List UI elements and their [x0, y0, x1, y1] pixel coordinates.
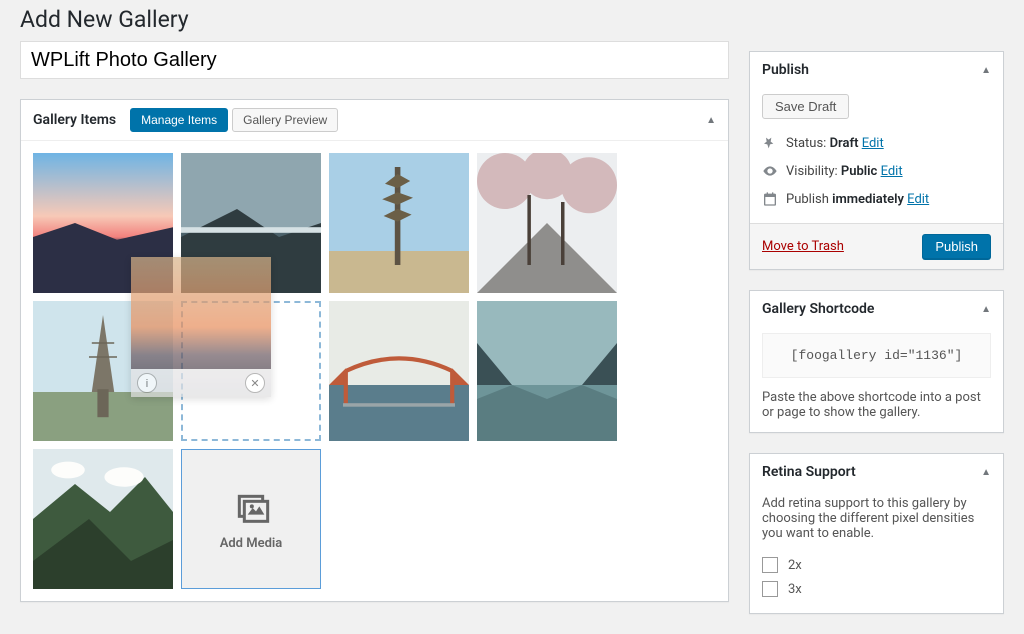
- gallery-title-input[interactable]: [20, 41, 729, 79]
- retina-title: Retina Support: [762, 464, 856, 480]
- dragging-thumb[interactable]: i ✕: [131, 257, 271, 397]
- edit-schedule-link[interactable]: Edit: [907, 192, 929, 207]
- close-icon[interactable]: ✕: [245, 373, 265, 393]
- move-to-trash-link[interactable]: Move to Trash: [762, 239, 844, 254]
- checkbox-3x[interactable]: [762, 581, 778, 597]
- edit-visibility-link[interactable]: Edit: [881, 164, 903, 179]
- shortcode-code[interactable]: [foogallery id="1136"]: [762, 333, 991, 378]
- checkbox-2x[interactable]: [762, 557, 778, 573]
- shortcode-panel: Gallery Shortcode ▲ [foogallery id="1136…: [749, 290, 1004, 433]
- collapse-toggle-icon[interactable]: ▲: [981, 304, 991, 315]
- retina-option-row: 2x: [762, 553, 991, 577]
- page-title: Add New Gallery: [20, 0, 1004, 41]
- pin-icon: [762, 135, 778, 151]
- gallery-thumb[interactable]: [329, 153, 469, 293]
- retina-option-label: 2x: [788, 558, 802, 573]
- gallery-thumb[interactable]: [477, 301, 617, 441]
- tab-manage-items[interactable]: Manage Items: [130, 108, 228, 132]
- publish-panel: Publish ▲ Save Draft Status: Draft Edit …: [749, 51, 1004, 270]
- retina-option-row: 3x: [762, 577, 991, 601]
- collapse-toggle-icon[interactable]: ▲: [706, 115, 716, 126]
- media-icon: [231, 488, 271, 528]
- collapse-toggle-icon[interactable]: ▲: [981, 467, 991, 478]
- retina-hint: Add retina support to this gallery by ch…: [762, 496, 991, 541]
- save-draft-button[interactable]: Save Draft: [762, 94, 849, 119]
- shortcode-title: Gallery Shortcode: [762, 301, 874, 317]
- retina-panel: Retina Support ▲ Add retina support to t…: [749, 453, 1004, 614]
- publish-button[interactable]: Publish: [922, 234, 991, 259]
- gallery-items-title: Gallery Items: [33, 112, 116, 128]
- add-media-button[interactable]: Add Media: [181, 449, 321, 589]
- publish-title: Publish: [762, 62, 809, 78]
- gallery-thumb[interactable]: [477, 153, 617, 293]
- collapse-toggle-icon[interactable]: ▲: [981, 65, 991, 76]
- status-row: Status: Draft Edit: [762, 129, 991, 157]
- shortcode-hint: Paste the above shortcode into a post or…: [762, 390, 991, 420]
- gallery-thumb[interactable]: [329, 301, 469, 441]
- gallery-thumb[interactable]: [33, 449, 173, 589]
- add-media-label: Add Media: [220, 536, 283, 551]
- retina-option-label: 3x: [788, 582, 802, 597]
- edit-status-link[interactable]: Edit: [862, 136, 884, 151]
- eye-icon: [762, 163, 778, 179]
- schedule-row: Publish immediately Edit: [762, 185, 991, 213]
- gallery-items-panel: Gallery Items Manage Items Gallery Previ…: [20, 99, 729, 602]
- info-icon[interactable]: i: [137, 373, 157, 393]
- calendar-icon: [762, 191, 778, 207]
- visibility-row: Visibility: Public Edit: [762, 157, 991, 185]
- tab-gallery-preview[interactable]: Gallery Preview: [232, 108, 338, 132]
